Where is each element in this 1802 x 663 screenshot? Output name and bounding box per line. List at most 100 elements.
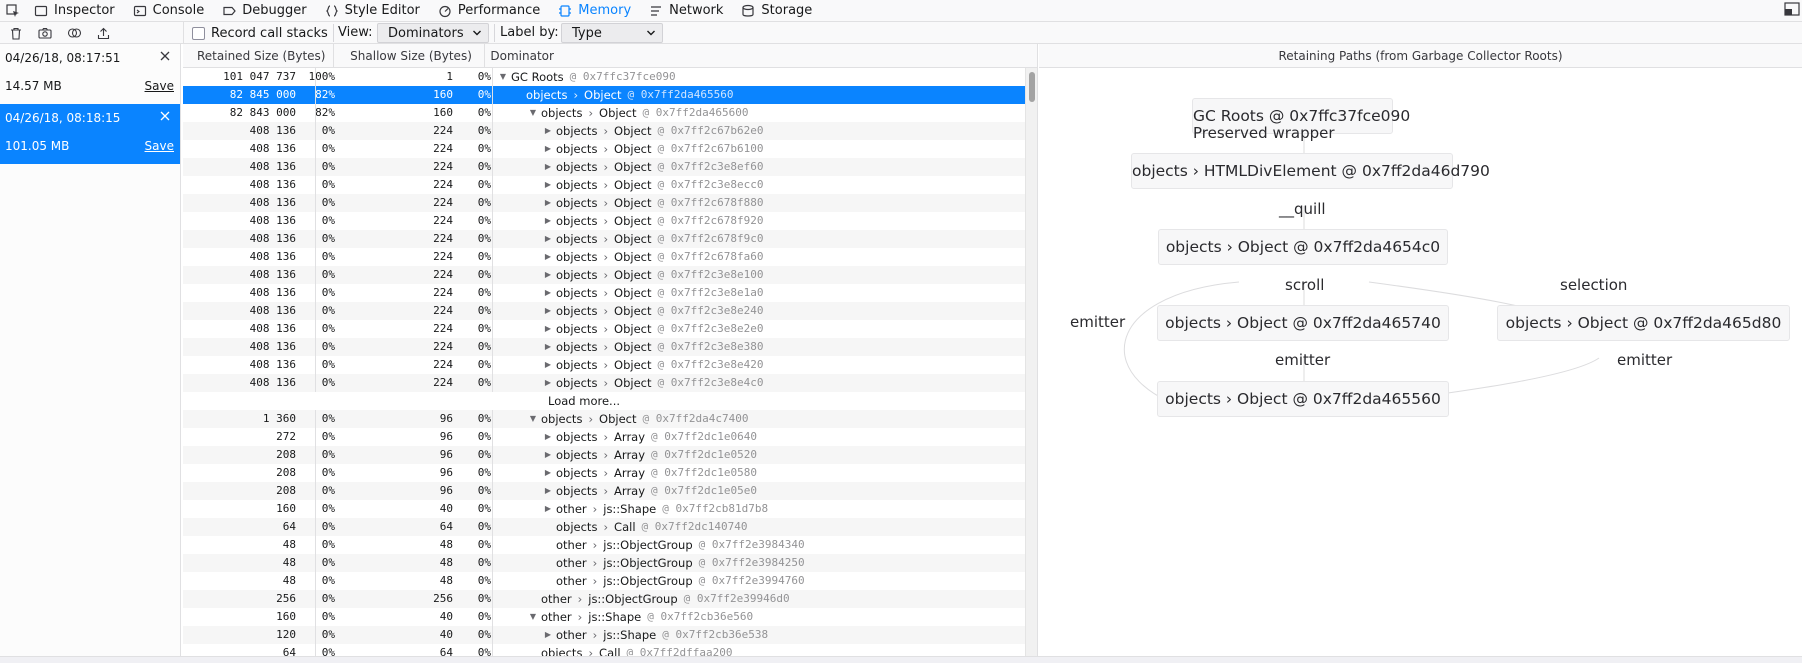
label-by-select[interactable]: Type [561,23,663,43]
shallow-size-header[interactable]: Shallow Size (Bytes) [334,44,486,68]
tab-performance[interactable]: Performance [430,0,550,22]
snapshot-item[interactable]: 04/26/18, 08:17:51 14.57 MB Save [0,44,180,104]
expanded-arrow-icon[interactable]: ▼ [498,68,508,86]
dock-options-icon[interactable] [1784,1,1800,20]
tab-inspector[interactable]: Inspector [26,0,125,22]
tree-row[interactable]: 408 136 0% 224 0% ▶ objects › Object @ 0x7ff2c67… [183,230,1037,248]
collapsed-arrow-icon[interactable]: ▶ [543,446,553,464]
expanded-arrow-icon[interactable]: ▼ [528,410,538,428]
tree-row[interactable]: 408 136 0% 224 0% ▶ objects › Object @ 0x7ff2c3e… [183,266,1037,284]
scrollbar-thumb[interactable] [1029,72,1035,102]
tree-row[interactable]: 208 0% 96 0% ▶ objects › Array @ 0x7ff2dc1e05e0 [183,482,1037,500]
save-snapshot-link[interactable]: Save [145,79,174,93]
collapsed-arrow-icon[interactable]: ▶ [543,122,553,140]
graph-node-html-div[interactable]: objects › HTMLDivElement @ 0x7ff2da46d79… [1131,153,1490,189]
tab-console[interactable]: Console [125,0,215,22]
tree-row[interactable]: 408 136 0% 224 0% ▶ objects › Object @ 0x7ff2c3e… [183,338,1037,356]
dominator-cell: ▶ objects › Object @ 0x7ff2c3e8e420 [543,356,764,374]
collapsed-arrow-icon[interactable]: ▶ [543,482,553,500]
tree-row[interactable]: 408 136 0% 224 0% ▶ objects › Object @ 0x7ff2c3e… [183,374,1037,392]
collapsed-arrow-icon[interactable]: ▶ [543,266,553,284]
tab-network[interactable]: Network [641,0,733,22]
breadcrumb-separator: › [603,268,609,282]
tree-row[interactable]: 408 136 0% 224 0% ▶ objects › Object @ 0x7ff2c3e… [183,284,1037,302]
breadcrumb-separator: › [603,430,609,444]
collapsed-arrow-icon[interactable]: ▶ [543,284,553,302]
collapsed-arrow-icon[interactable]: ▶ [543,248,553,266]
storage-icon [741,4,755,18]
tree-row[interactable]: 408 136 0% 224 0% ▶ objects › Object @ 0x7ff2c3e… [183,158,1037,176]
close-icon[interactable] [158,49,172,63]
collapsed-arrow-icon[interactable]: ▶ [543,230,553,248]
view-select[interactable]: Dominators [377,23,489,43]
collapsed-arrow-icon[interactable]: ▶ [543,194,553,212]
expanded-arrow-icon[interactable]: ▼ [528,104,538,122]
retained-size-header[interactable]: Retained Size (Bytes) [183,44,335,68]
tree-row[interactable]: 82 845 000 82% 160 0% objects › Object @ 0x7ff2… [183,86,1037,104]
diff-icon[interactable] [64,23,84,43]
tree-row[interactable]: 408 136 0% 224 0% ▶ objects › Object @ 0x7ff2c3e… [183,320,1037,338]
tree-row[interactable]: 408 136 0% 224 0% ▶ objects › Object @ 0x7ff2c67… [183,248,1037,266]
collapsed-arrow-icon[interactable]: ▶ [543,428,553,446]
tree-row[interactable]: 408 136 0% 224 0% ▶ objects › Object @ 0x7ff2c3e… [183,176,1037,194]
tab-style-editor[interactable]: Style Editor [317,0,430,22]
tree-row[interactable]: 101 047 737 100% 1 0% ▼ GC Roots @ 0x7ffc37fce… [183,68,1037,86]
snapshot-item[interactable]: 04/26/18, 08:18:15 101.05 MB Save [0,104,180,164]
tree-row[interactable]: 48 0% 48 0% other › js::ObjectGroup @ 0x7ff2e39… [183,554,1037,572]
camera-icon[interactable] [35,23,55,43]
import-icon[interactable] [93,23,113,43]
tree-row[interactable]: 408 136 0% 224 0% ▶ objects › Object @ 0x7ff2c67… [183,140,1037,158]
tree-row[interactable]: 208 0% 96 0% ▶ objects › Array @ 0x7ff2dc1e0520 [183,446,1037,464]
tab-storage[interactable]: Storage [733,0,822,22]
tree-row[interactable]: 48 0% 48 0% other › js::ObjectGroup @ 0x7ff2e39… [183,536,1037,554]
tree-row[interactable]: 64 0% 64 0% objects › Call @ 0x7ff2dffaa200 [183,644,1037,656]
close-icon[interactable] [158,109,172,123]
tree-row[interactable]: 48 0% 48 0% other › js::ObjectGroup @ 0x7ff2e39… [183,572,1037,590]
tree-row[interactable]: 272 0% 96 0% ▶ objects › Array @ 0x7ff2dc1e0640 [183,428,1037,446]
collapsed-arrow-icon[interactable]: ▶ [543,356,553,374]
graph-node-selection-object[interactable]: objects › Object @ 0x7ff2da465d80 [1497,305,1790,341]
tree-row[interactable]: 256 0% 256 0% other › js::ObjectGroup @ 0x7ff2e… [183,590,1037,608]
collapsed-arrow-icon[interactable]: ▶ [543,464,553,482]
tree-row[interactable]: 64 0% 64 0% objects › Call @ 0x7ff2dc140740 [183,518,1037,536]
save-snapshot-link[interactable]: Save [145,139,174,153]
tab-memory[interactable]: Memory [550,0,641,22]
tree-row[interactable]: Load more... [183,392,1037,410]
collapsed-arrow-icon[interactable]: ▶ [543,338,553,356]
graph-node-scroll-object[interactable]: objects › Object @ 0x7ff2da465740 [1157,305,1449,341]
collapsed-arrow-icon[interactable]: ▶ [543,140,553,158]
tree-row[interactable]: 160 0% 40 0% ▼ other › js::Shape @ 0x7ff2cb36e56… [183,608,1037,626]
tree-row[interactable]: 408 136 0% 224 0% ▶ objects › Object @ 0x7ff2c3e… [183,356,1037,374]
record-call-stacks-checkbox[interactable] [192,26,205,40]
node-category: other [556,538,587,552]
tree-scrollbar[interactable] [1025,68,1037,656]
tree-row[interactable]: 1 360 0% 96 0% ▼ objects › Object @ 0x7ff2da4c74… [183,410,1037,428]
graph-node-target-object[interactable]: objects › Object @ 0x7ff2da465560 [1157,381,1449,417]
collapsed-arrow-icon[interactable]: ▶ [543,212,553,230]
record-call-stacks-toggle[interactable]: Record call stacks [192,25,328,41]
dominator-header[interactable]: Dominator [485,44,1037,68]
collapsed-arrow-icon[interactable]: ▶ [543,626,553,644]
load-more-link[interactable]: Load more... [548,392,620,410]
graph-node-quill-object[interactable]: objects › Object @ 0x7ff2da4654c0 [1158,229,1448,265]
expanded-arrow-icon[interactable]: ▼ [528,608,538,626]
collapsed-arrow-icon[interactable]: ▶ [543,320,553,338]
trash-icon[interactable] [6,23,26,43]
tree-row[interactable]: 408 136 0% 224 0% ▶ objects › Object @ 0x7ff2c67… [183,212,1037,230]
tree-row[interactable]: 408 136 0% 224 0% ▶ objects › Object @ 0x7ff2c67… [183,122,1037,140]
tree-row[interactable]: 208 0% 96 0% ▶ objects › Array @ 0x7ff2dc1e0580 [183,464,1037,482]
collapsed-arrow-icon[interactable]: ▶ [543,374,553,392]
breadcrumb-separator: › [603,214,609,228]
tree-row[interactable]: 120 0% 40 0% ▶ other › js::Shape @ 0x7ff2cb36e53… [183,626,1037,644]
tab-debugger[interactable]: Debugger [214,0,316,22]
collapsed-arrow-icon[interactable]: ▶ [543,158,553,176]
breadcrumb-separator: › [603,322,609,336]
tree-row[interactable]: 408 136 0% 224 0% ▶ objects › Object @ 0x7ff2c67… [183,194,1037,212]
tree-row[interactable]: 82 843 000 82% 160 0% ▼ objects › Object @ 0x7ff… [183,104,1037,122]
collapsed-arrow-icon[interactable]: ▶ [543,302,553,320]
collapsed-arrow-icon[interactable]: ▶ [543,500,553,518]
tree-row[interactable]: 160 0% 40 0% ▶ other › js::Shape @ 0x7ff2cb81d7b… [183,500,1037,518]
collapsed-arrow-icon[interactable]: ▶ [543,176,553,194]
element-picker-icon[interactable] [0,0,26,22]
tree-row[interactable]: 408 136 0% 224 0% ▶ objects › Object @ 0x7ff2c3e… [183,302,1037,320]
